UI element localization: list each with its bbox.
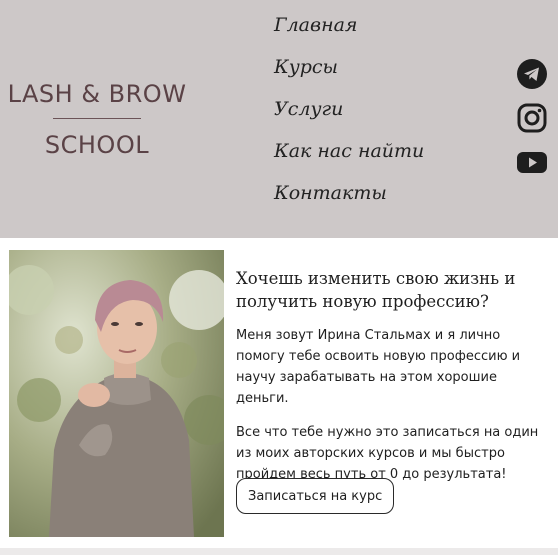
hero-content: Хочешь изменить свою жизнь и получить но… [236,267,546,498]
section-divider [0,548,558,555]
hero-intro-text: Меня зовут Ирина Стальмах и я лично помо… [236,328,521,406]
hero-headline: Хочешь изменить свою жизнь и получить но… [236,269,516,311]
nav-item-contacts[interactable]: Контакты [274,178,424,220]
youtube-icon[interactable] [516,146,548,178]
nav-item-find-us[interactable]: Как нас найти [274,136,424,178]
nav-item-services[interactable]: Услуги [274,94,424,136]
logo-divider [53,118,141,119]
logo-bottom-text: SCHOOL [44,131,150,159]
instagram-icon[interactable] [516,102,548,134]
site-header: LASH & BROW SCHOOL Главная Курсы Услуги … [0,0,558,238]
enroll-button[interactable]: Записаться на курс [236,478,395,514]
founder-photo [9,250,224,537]
social-links [516,58,548,190]
hero-offer-text: Все что тебе нужно это записаться на оди… [236,425,539,482]
logo-top-text: LASH & BROW [7,80,187,108]
logo[interactable]: LASH & BROW SCHOOL [0,78,194,161]
founder-photo-image [9,250,224,537]
main-nav: Главная Курсы Услуги Как нас найти Конта… [274,10,424,220]
nav-item-home[interactable]: Главная [274,10,424,52]
nav-item-courses[interactable]: Курсы [274,52,424,94]
telegram-icon[interactable] [516,58,548,90]
